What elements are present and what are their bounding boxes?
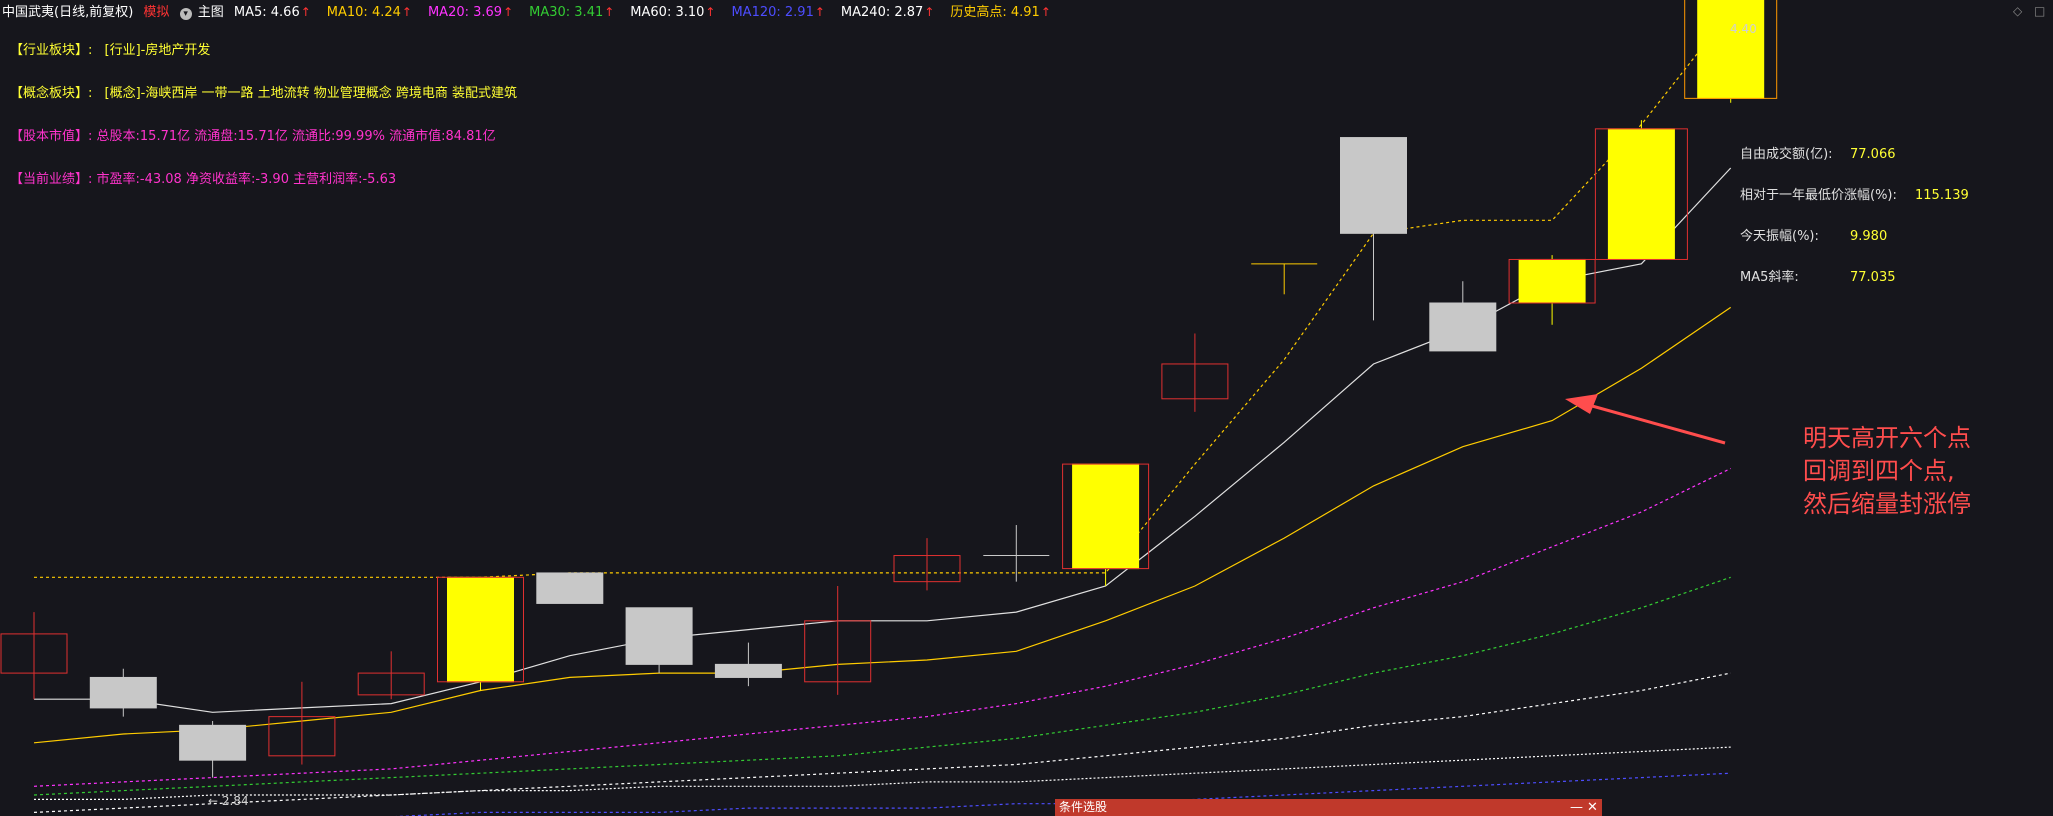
close-icon[interactable]: ✕ [1587,799,1598,816]
up-arrow-icon: ↑ [814,5,825,19]
ma-indicator-2[interactable]: MA20: 3.69↑ [428,0,519,25]
stat-row: 相对于一年最低价涨幅(%): 115.139 [1740,184,1969,225]
up-arrow-icon: ↑ [401,5,412,19]
candle-body [625,607,693,665]
candle-body [536,572,604,604]
performance-label: 【当前业绩】: [10,172,93,187]
condition-stock-panel[interactable]: 条件选股 — ✕ [1055,799,1602,816]
candle-body [1429,302,1497,352]
main-chart-label[interactable]: 主图 [198,1,224,25]
industry-row: 【行业板块】: [行业]-房地产开发 [10,39,517,58]
stat-row: 今天振幅(%): 9.980 [1740,225,1969,266]
ma-line-ma10 [33,306,1732,744]
candle-body [179,724,247,761]
industry-label: 【行业板块】: [10,43,93,58]
performance-row: 【当前业绩】: 市盈率:-43.08 净资收益率:-3.90 主营利润率:-5.… [10,168,517,187]
ma-indicator-6[interactable]: MA240: 2.87↑ [841,0,940,25]
ma-indicator-7[interactable]: 历史高点: 4.91↑ [950,0,1057,25]
stat-label: 自由成交额(亿): [1740,147,1833,162]
ma-line-ma30 [33,576,1731,796]
ma-indicator-4[interactable]: MA60: 3.10↑ [630,0,721,25]
ma-line-ma5 [34,167,1732,713]
up-arrow-icon: ↑ [604,5,615,19]
chart-header: 中国武夷(日线,前复权) 模拟 ▾ 主图 MA5: 4.66↑ MA10: 4.2… [0,0,2053,24]
up-arrow-icon: ↑ [924,5,935,19]
high-price-marker: 4.40 [1730,22,1757,36]
stat-value: 115.139 [1915,188,1969,203]
candle-body [1518,258,1586,304]
annotation-arrow-head [1565,394,1598,414]
up-arrow-icon: ↑ [503,5,514,19]
stat-row: 自由成交额(亿): 77.066 [1740,143,1969,184]
up-arrow-icon: ↑ [1040,5,1051,19]
candle-body [1072,463,1140,570]
annotation-text: 明天高开六个点 回调到四个点, 然后缩量封涨停 [1803,422,1971,521]
ma-indicator-3[interactable]: MA30: 3.41↑ [529,0,620,25]
concept-label: 【概念板块】: [10,86,93,101]
stat-value: 77.035 [1850,270,1896,285]
info-block: 【行业板块】: [行业]-房地产开发 【概念板块】: [概念]-海峡西岸 一带一… [10,39,517,209]
ma-line-ma60 [33,672,1731,813]
candle-body [89,676,157,709]
equity-value: 总股本:15.71亿 流通盘:15.71亿 流通比:99.99% 流通市值:84… [96,129,496,144]
candle-body [1340,137,1407,234]
minimize-icon[interactable]: — [1570,799,1583,816]
equity-row: 【股本市值】: 总股本:15.71亿 流通盘:15.71亿 流通比:99.99%… [10,125,517,144]
concept-row: 【概念板块】: [概念]-海峡西岸 一带一路 土地流转 物业管理概念 跨境电商 … [10,82,517,101]
stock-title[interactable]: 中国武夷(日线,前复权) [2,1,133,25]
candle-body [714,663,782,678]
stats-panel: 自由成交额(亿): 77.066 相对于一年最低价涨幅(%): 115.139 今天… [1740,143,1969,307]
dropdown-icon[interactable]: ▾ [179,8,192,20]
low-price-marker: ← 2.84 [208,794,249,808]
stat-label: MA5斜率: [1740,270,1799,285]
annotation-line: 明天高开六个点 [1803,424,1971,452]
annotation-arrow-line [1584,402,1726,445]
candle-body [1607,128,1675,260]
candle-body [447,576,514,683]
up-arrow-icon: ↑ [705,5,716,19]
industry-value: [行业]-房地产开发 [104,43,211,58]
concept-value: [概念]-海峡西岸 一带一路 土地流转 物业管理概念 跨境电商 装配式建筑 [104,86,518,101]
diamond-icon[interactable]: ◇ [2013,4,2022,18]
ma-indicator-0[interactable]: MA5: 4.66↑ [234,0,317,25]
equity-label: 【股本市值】: [10,129,93,144]
ma-indicator-1[interactable]: MA10: 4.24↑ [327,0,418,25]
stat-label: 相对于一年最低价涨幅(%): [1740,188,1897,203]
ma-line-ma20 [33,467,1731,787]
ma-line-ma240 [34,746,1731,801]
mode-badge[interactable]: 模拟 [143,1,169,25]
up-arrow-icon: ↑ [300,5,311,19]
ma-indicator-5[interactable]: MA120: 2.91↑ [731,0,830,25]
ma-indicator-list: MA5: 4.66↑ MA10: 4.24↑ MA20: 3.69↑ MA30: 3.… [234,0,1067,25]
stat-row: MA5斜率: 77.035 [1740,266,1969,307]
annotation-line: 回调到四个点, [1803,457,1955,485]
stat-value: 77.066 [1850,147,1896,162]
stat-label: 今天振幅(%): [1740,229,1819,244]
performance-value: 市盈率:-43.08 净资收益率:-3.90 主营利润率:-5.63 [96,172,397,187]
stat-value: 9.980 [1850,229,1888,244]
panel-title: 条件选股 [1059,800,1108,814]
window-icon[interactable]: □ [2034,4,2045,18]
annotation-line: 然后缩量封涨停 [1803,490,1971,518]
